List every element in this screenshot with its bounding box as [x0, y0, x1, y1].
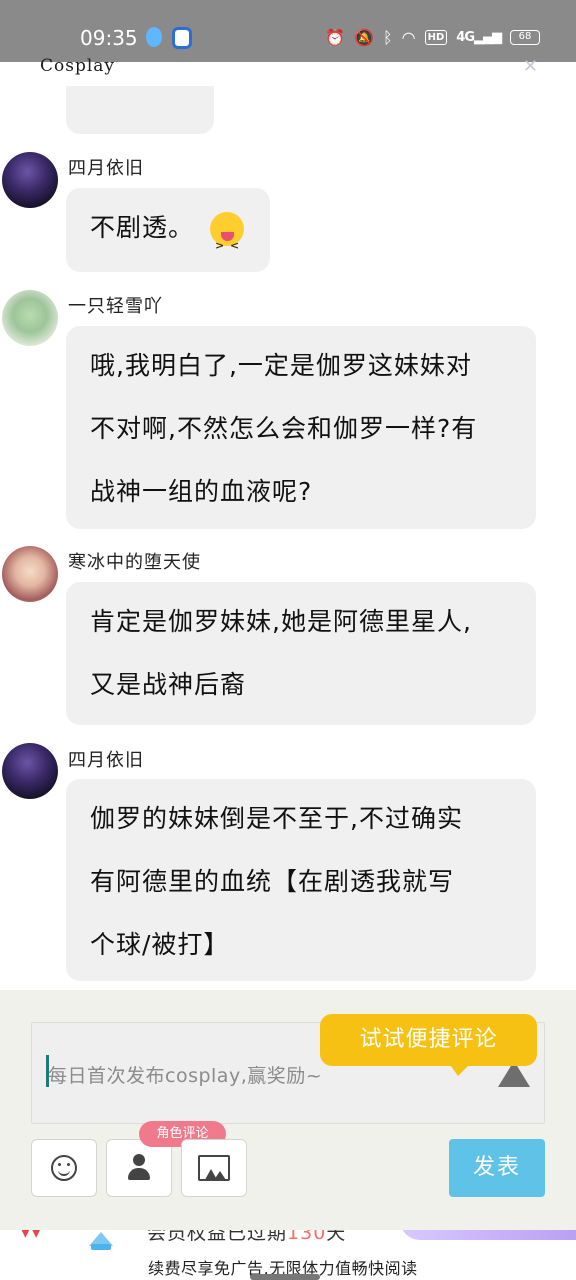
tooltip-tail	[448, 1062, 472, 1076]
close-icon[interactable]: ✕	[523, 56, 538, 77]
expired-prefix: 会员权益已过期	[147, 1230, 288, 1244]
comment-text-line: 肯定是伽罗妹妹,她是阿德里星人,	[90, 607, 472, 636]
previous-comment-bubble	[66, 86, 214, 134]
status-icons: ⏰ 🔕 ᛒ ◠ HD 4G▂▄▆ 68	[325, 28, 540, 47]
membership-expired-text: 会员权益已过期130天	[147, 1230, 346, 1245]
mute-bell-icon: 🔕	[354, 28, 375, 47]
home-indicator	[250, 1274, 320, 1280]
status-time: 09:35	[80, 26, 138, 50]
comment-text-line: 又是战神后裔	[90, 670, 247, 699]
comment-text-line: 个球/被打】	[90, 930, 230, 959]
comment-text-line: 哦,我明白了,一定是伽罗这妹妹对	[90, 351, 472, 380]
image-icon	[198, 1155, 230, 1181]
comment-bubble[interactable]: 肯定是伽罗妹妹,她是阿德里星人, 又是战神后裔	[66, 582, 536, 725]
wifi-icon: ◠	[401, 28, 416, 47]
image-button[interactable]	[181, 1139, 247, 1197]
avatar[interactable]	[2, 152, 58, 208]
comment-text-line: 伽罗的妹妹倒是不至于,不过确实	[90, 804, 463, 833]
expired-days: 130	[287, 1230, 327, 1244]
crown-icon	[84, 1230, 118, 1250]
expired-suffix: 天	[326, 1230, 347, 1244]
avatar[interactable]	[2, 290, 58, 346]
cellular-signal-icon: 4G▂▄▆	[456, 30, 502, 45]
comment-username[interactable]: 四月依旧	[68, 154, 144, 180]
comment-text-line: 战神一组的血液呢?	[90, 477, 313, 506]
comment-input-placeholder: 每日首次发布cosplay,赢奖励~	[48, 1065, 323, 1087]
battery-icon: 68	[510, 30, 540, 45]
dialog-header: Cosplay ✕	[0, 56, 576, 86]
emoji-icon	[51, 1155, 77, 1181]
network-type: 4G	[456, 30, 475, 45]
role-comment-button[interactable]	[106, 1139, 172, 1197]
comment-bubble[interactable]: 伽罗的妹妹倒是不至于,不过确实 有阿德里的血统【在剧透我就写 个球/被打】	[66, 779, 536, 981]
comment-text: 不剧透。	[90, 213, 195, 242]
emoji-button[interactable]	[31, 1139, 97, 1197]
comment-text-line: 不对啊,不然怎么会和伽罗一样?有	[90, 414, 478, 443]
bluetooth-icon: ᛒ	[383, 28, 393, 47]
notification-app-icon-2	[172, 27, 192, 49]
avatar[interactable]	[2, 546, 58, 602]
avatar[interactable]	[2, 743, 58, 799]
notification-app-icon	[146, 27, 162, 47]
alarm-icon: ⏰	[325, 28, 346, 47]
banner-mark: ▼▼	[20, 1230, 42, 1240]
status-bar: 09:35 ⏰ 🔕 ᛒ ◠ HD 4G▂▄▆ 68	[0, 0, 576, 62]
comment-text-line: 有阿德里的血统【在剧透我就写	[90, 867, 455, 896]
hd-icon: HD	[424, 30, 448, 45]
quick-comment-tooltip[interactable]: 试试便捷评论	[320, 1014, 537, 1066]
comment-bubble[interactable]: 不剧透。	[66, 188, 270, 274]
comment-username[interactable]: 一只轻雪吖	[68, 292, 163, 318]
membership-banner[interactable]: ▼▼ 会员权益已过期130天 续费尽享免广告,无限体力值畅快阅读	[0, 1230, 576, 1280]
person-icon	[126, 1154, 152, 1182]
banner-decoration	[400, 1230, 576, 1240]
comment-username[interactable]: 寒冰中的堕天使	[68, 548, 201, 574]
comment-username[interactable]: 四月依旧	[68, 746, 144, 772]
comment-bubble[interactable]: 哦,我明白了,一定是伽罗这妹妹对 不对啊,不然怎么会和伽罗一样?有 战神一组的血…	[66, 326, 536, 529]
squinting-tongue-emoji-icon	[210, 212, 245, 274]
dialog-title: Cosplay	[40, 56, 116, 76]
send-button[interactable]: 发表	[449, 1139, 545, 1197]
